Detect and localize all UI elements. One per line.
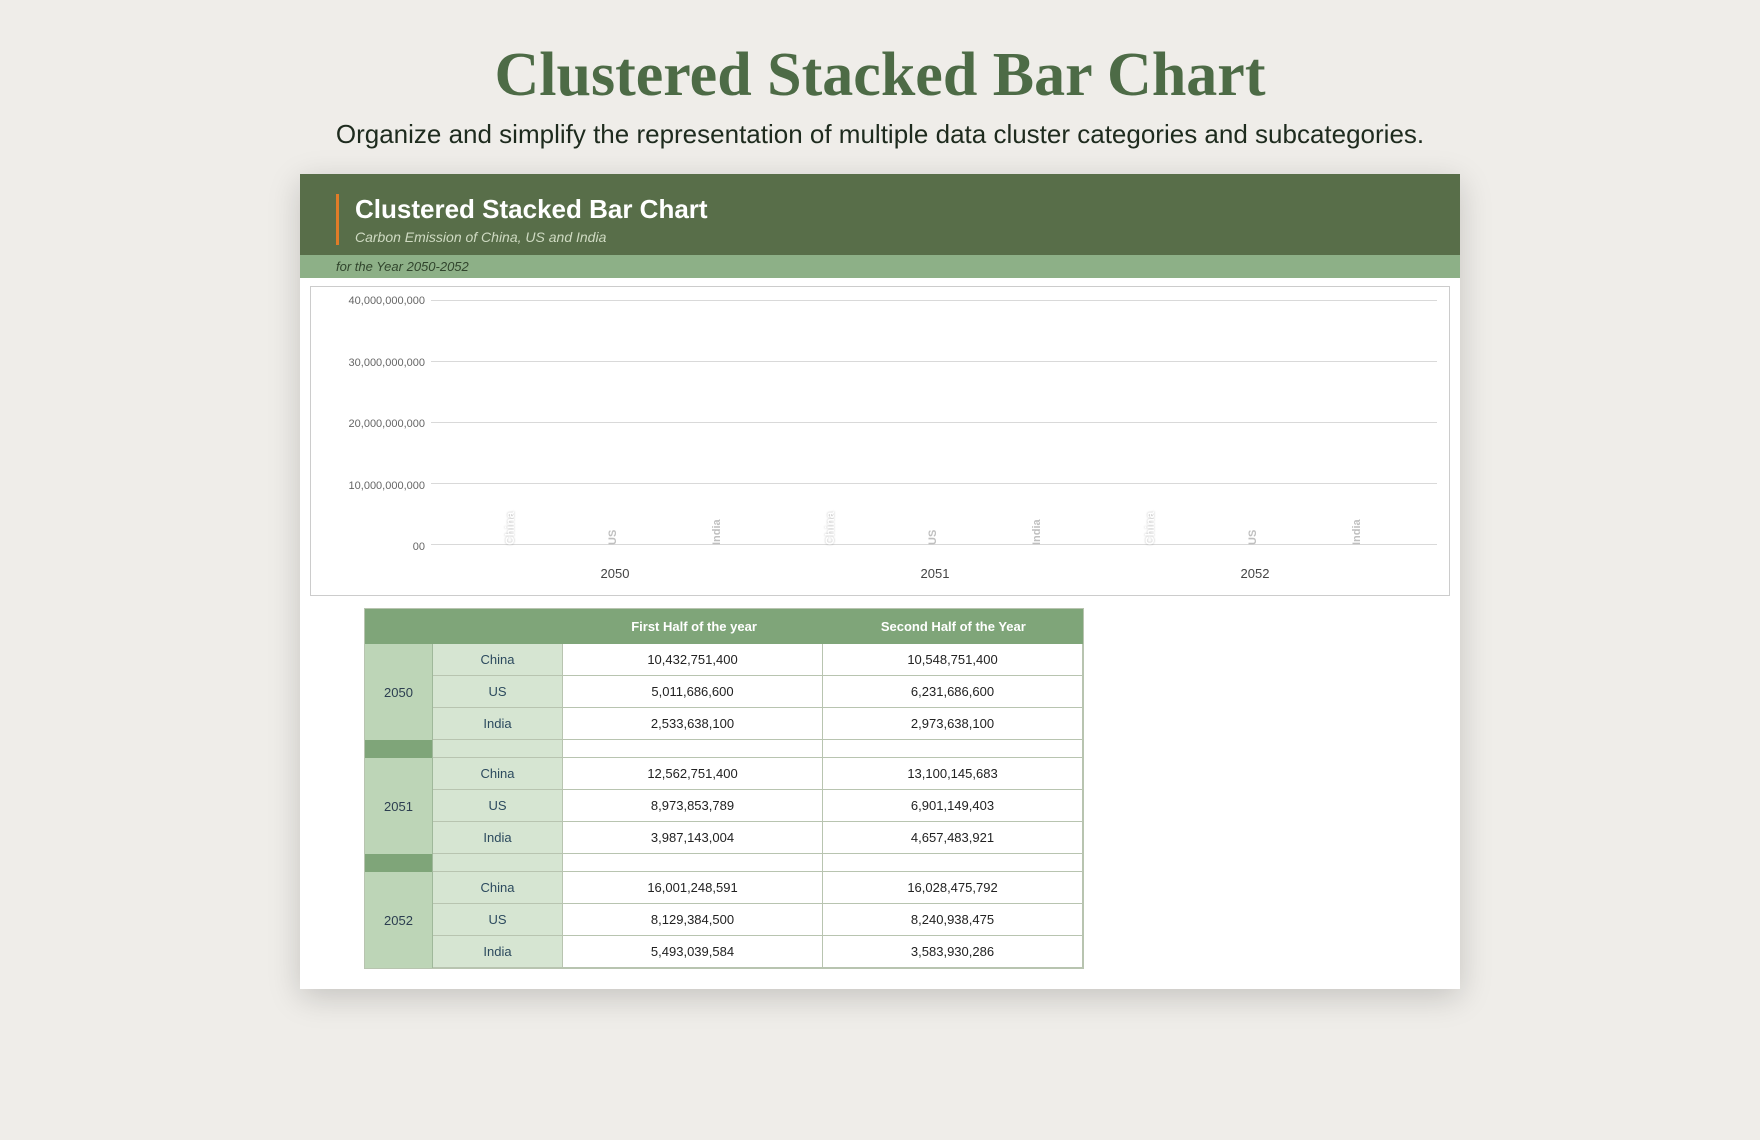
chart-plot: China US India China US India China US India xyxy=(431,301,1437,545)
table-spacer xyxy=(365,740,1083,758)
chart-ytick: 00 xyxy=(325,541,425,553)
table-cell-country: US xyxy=(433,676,563,708)
bar-label: India xyxy=(1031,515,1043,545)
sheet-header: Clustered Stacked Bar Chart Carbon Emiss… xyxy=(300,174,1460,255)
table-cell-value: 2,533,638,100 xyxy=(563,708,823,740)
data-table: First Half of the year Second Half of th… xyxy=(364,608,1084,969)
chart-xtick: 2052 xyxy=(1241,566,1270,581)
table-row: India2,533,638,1002,973,638,100 xyxy=(433,708,1083,740)
table-cell-value: 3,987,143,004 xyxy=(563,822,823,854)
table-row: US8,973,853,7896,901,149,403 xyxy=(433,790,1083,822)
chart-xtick: 2050 xyxy=(601,566,630,581)
table-cell-country: India xyxy=(433,936,563,968)
table-cell-value: 16,028,475,792 xyxy=(823,872,1083,904)
table-spacer xyxy=(365,854,1083,872)
table-cell-country: US xyxy=(433,904,563,936)
table-year-group: 2050China10,432,751,40010,548,751,400US5… xyxy=(365,644,1083,740)
chart-gridline xyxy=(431,361,1437,362)
table-year-cell: 2052 xyxy=(365,872,433,968)
spreadsheet-card: Clustered Stacked Bar Chart Carbon Emiss… xyxy=(300,174,1460,989)
table-year-cell: 2051 xyxy=(365,758,433,854)
table-row: China16,001,248,59116,028,475,792 xyxy=(433,872,1083,904)
chart-gridline xyxy=(431,422,1437,423)
chart-ytick: 30,000,000,000 xyxy=(325,357,425,369)
bar-label: US xyxy=(607,515,619,545)
table-cell-value: 6,231,686,600 xyxy=(823,676,1083,708)
sheet-subtitle-1: Carbon Emission of China, US and India xyxy=(355,229,1424,245)
table-cell-country: India xyxy=(433,822,563,854)
bar-label: India xyxy=(711,515,723,545)
page-title: Clustered Stacked Bar Chart xyxy=(495,40,1266,111)
chart-ytick: 10,000,000,000 xyxy=(325,480,425,492)
chart-gridline xyxy=(431,483,1437,484)
table-cell-country: China xyxy=(433,644,563,676)
chart-area: China US India China US India China US India 00 1… xyxy=(310,286,1450,596)
table-cell-value: 10,548,751,400 xyxy=(823,644,1083,676)
bar-label: US xyxy=(927,515,939,545)
bar-label: China xyxy=(823,515,837,545)
table-cell-value: 8,129,384,500 xyxy=(563,904,823,936)
bar-label: India xyxy=(1351,515,1363,545)
table-cell-value: 8,240,938,475 xyxy=(823,904,1083,936)
table-cell-value: 10,432,751,400 xyxy=(563,644,823,676)
table-cell-value: 16,001,248,591 xyxy=(563,872,823,904)
table-cell-country: China xyxy=(433,872,563,904)
table-cell-value: 8,973,853,789 xyxy=(563,790,823,822)
table-header: First Half of the year Second Half of th… xyxy=(365,609,1083,644)
chart-ytick: 20,000,000,000 xyxy=(325,418,425,430)
table-cell-country: China xyxy=(433,758,563,790)
bar-label: China xyxy=(503,515,517,545)
table-cell-value: 3,583,930,286 xyxy=(823,936,1083,968)
table-cell-value: 13,100,145,683 xyxy=(823,758,1083,790)
table-year-cell: 2050 xyxy=(365,644,433,740)
table-year-group: 2052China16,001,248,59116,028,475,792US8… xyxy=(365,872,1083,968)
table-row: India3,987,143,0044,657,483,921 xyxy=(433,822,1083,854)
table-cell-value: 5,011,686,600 xyxy=(563,676,823,708)
bar-label: US xyxy=(1247,515,1259,545)
table-row: India5,493,039,5843,583,930,286 xyxy=(433,936,1083,968)
table-cell-country: US xyxy=(433,790,563,822)
table-year-group: 2051China12,562,751,40013,100,145,683US8… xyxy=(365,758,1083,854)
table-cell-country: India xyxy=(433,708,563,740)
chart-ytick: 40,000,000,000 xyxy=(325,295,425,307)
table-row: US8,129,384,5008,240,938,475 xyxy=(433,904,1083,936)
table-row: China10,432,751,40010,548,751,400 xyxy=(433,644,1083,676)
chart-gridline xyxy=(431,544,1437,545)
chart-gridline xyxy=(431,300,1437,301)
table-cell-value: 2,973,638,100 xyxy=(823,708,1083,740)
chart-xtick: 2051 xyxy=(921,566,950,581)
table-row: China12,562,751,40013,100,145,683 xyxy=(433,758,1083,790)
table-header-second-half: Second Half of the Year xyxy=(824,609,1083,644)
table-header-first-half: First Half of the year xyxy=(564,609,823,644)
table-cell-value: 6,901,149,403 xyxy=(823,790,1083,822)
page-subtitle: Organize and simplify the representation… xyxy=(336,119,1424,150)
table-cell-value: 12,562,751,400 xyxy=(563,758,823,790)
sheet-subtitle-2: for the Year 2050-2052 xyxy=(300,255,1460,278)
sheet-title: Clustered Stacked Bar Chart xyxy=(355,194,1424,225)
table-row: US5,011,686,6006,231,686,600 xyxy=(433,676,1083,708)
table-cell-value: 5,493,039,584 xyxy=(563,936,823,968)
table-cell-value: 4,657,483,921 xyxy=(823,822,1083,854)
bar-label: China xyxy=(1143,515,1157,545)
